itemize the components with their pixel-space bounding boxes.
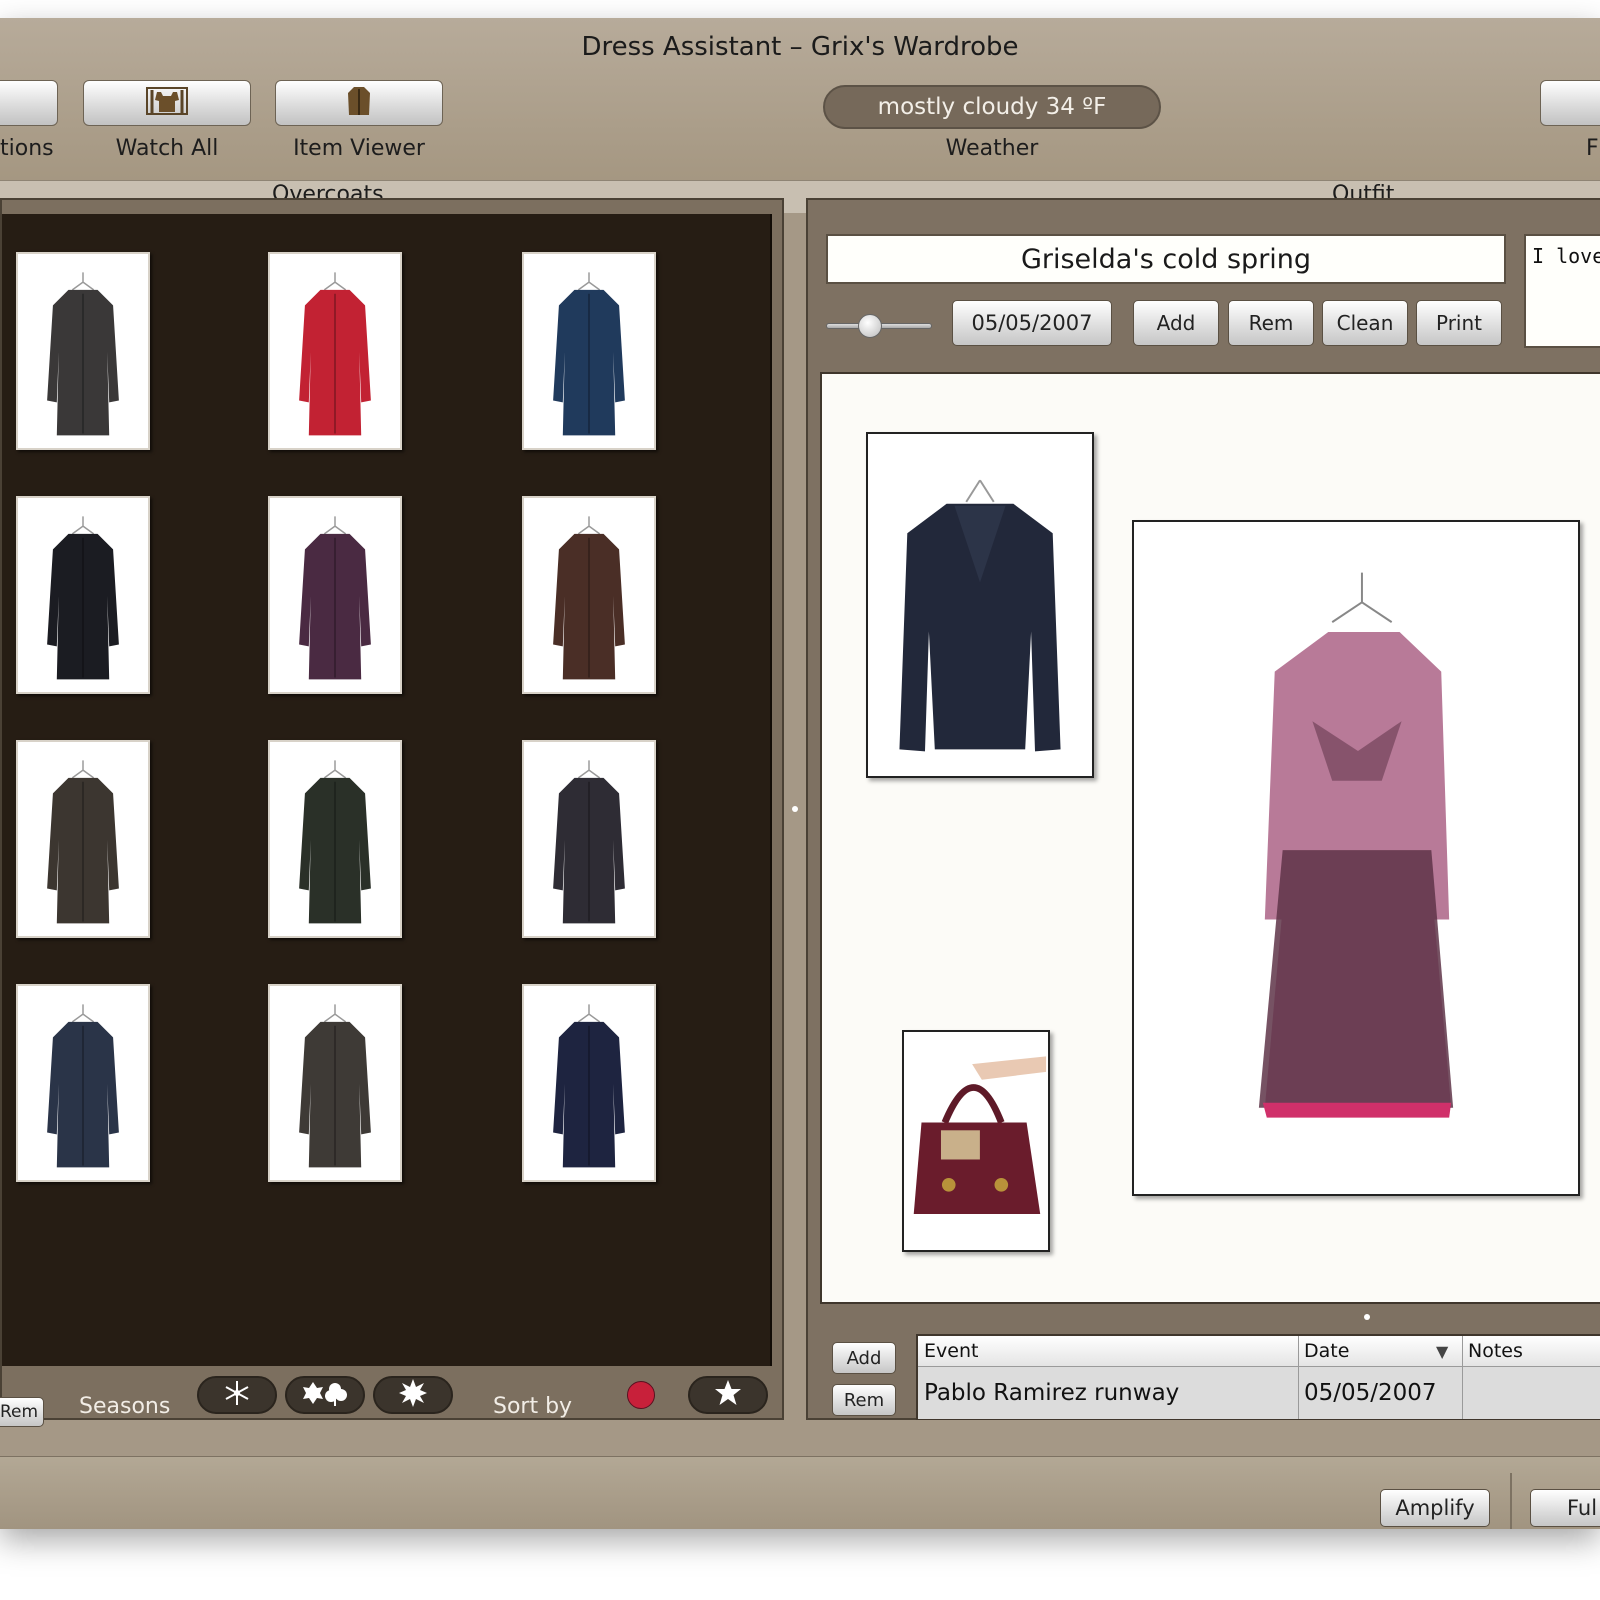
sort-by-label: Sort by xyxy=(493,1394,573,1419)
rem-item-button[interactable]: Rem xyxy=(0,1397,44,1427)
handbag-image xyxy=(913,1056,1047,1214)
green-hooded-coat-image xyxy=(299,760,371,924)
outfit-rem-label: Rem xyxy=(1248,311,1294,335)
event-rem-button[interactable]: Rem xyxy=(832,1384,896,1416)
slider-knob[interactable] xyxy=(858,314,882,338)
black-long-coat-image xyxy=(47,516,119,680)
spring-autumn-season-button[interactable] xyxy=(285,1376,365,1414)
overcoat-thumbnail[interactable] xyxy=(16,496,150,694)
canvas-resize-handle[interactable] xyxy=(1364,1314,1370,1320)
overcoat-thumbnail[interactable] xyxy=(522,740,656,938)
event-notes-cell xyxy=(1462,1367,1600,1419)
outfit-notes-text: I love xyxy=(1532,244,1600,268)
outfit-add-button[interactable]: Add xyxy=(1133,300,1219,346)
overcoat-thumbnail[interactable] xyxy=(268,740,402,938)
events-table-header: Event Date ▼ Notes xyxy=(918,1336,1600,1367)
wardrobe-icon xyxy=(145,86,189,120)
overcoat-thumbnail[interactable] xyxy=(16,740,150,938)
event-add-button[interactable]: Add xyxy=(832,1342,896,1374)
outfit-canvas[interactable] xyxy=(820,372,1600,1304)
dark-grey-coat-image xyxy=(47,272,119,436)
dress-image xyxy=(1258,572,1454,1118)
event-date-cell: 05/05/2007 xyxy=(1304,1380,1437,1406)
overcoat-thumbnail[interactable] xyxy=(522,496,656,694)
leaves-icon xyxy=(301,1378,349,1412)
outfit-date-field[interactable]: 05/05/2007 xyxy=(952,300,1112,346)
brown-belted-coat-image xyxy=(553,516,625,680)
star-icon xyxy=(713,1378,743,1412)
item-viewer-label: Item Viewer xyxy=(293,136,425,161)
watch-all-button[interactable] xyxy=(83,80,251,126)
snowflake-icon xyxy=(222,1378,252,1412)
right-toolbar-label: F xyxy=(1586,136,1599,161)
event-rem-label: Rem xyxy=(843,1389,885,1411)
panel-divider-handle[interactable] xyxy=(792,806,798,812)
column-header-notes[interactable]: Notes xyxy=(1462,1336,1600,1366)
winter-season-button[interactable] xyxy=(197,1376,277,1414)
summer-season-button[interactable] xyxy=(373,1376,453,1414)
coat-icon xyxy=(344,85,374,121)
bottom-divider xyxy=(1510,1473,1512,1529)
weather-display[interactable]: mostly cloudy 34 ºF xyxy=(823,85,1161,129)
events-table: Event Date ▼ Notes Pablo Ramirez runway … xyxy=(916,1334,1600,1420)
outfit-clean-label: Clean xyxy=(1336,311,1394,335)
rem-item-label: Rem xyxy=(0,1402,39,1422)
outfit-notes-field[interactable]: I love xyxy=(1524,234,1600,348)
amplify-button[interactable]: Amplify xyxy=(1380,1489,1490,1527)
overcoats-grid xyxy=(2,214,772,1366)
charcoal-hooded-coat-image xyxy=(553,760,625,924)
column-header-event[interactable]: Event xyxy=(918,1336,1298,1366)
outfit-print-label: Print xyxy=(1435,311,1482,335)
blue-long-coat-image xyxy=(553,272,625,436)
sun-icon xyxy=(397,1377,429,1413)
overcoat-thumbnail[interactable] xyxy=(16,984,150,1182)
cardigan-image xyxy=(899,479,1061,752)
purple-coat-image xyxy=(299,516,371,680)
overcoat-thumbnail[interactable] xyxy=(268,496,402,694)
navy-peacoat-image xyxy=(553,1004,625,1168)
window-title: Dress Assistant – Grix's Wardrobe xyxy=(581,32,1019,62)
options-label: tions xyxy=(0,136,54,161)
red-jacket-skirt-image xyxy=(299,272,371,436)
sort-rating-button[interactable] xyxy=(688,1376,768,1414)
overcoat-thumbnail[interactable] xyxy=(522,252,656,450)
denim-long-coat-image xyxy=(47,1004,119,1168)
weather-label: Weather xyxy=(945,136,1039,161)
bottom-bar: Amplify Ful xyxy=(0,1456,1600,1529)
outfit-item-dress[interactable] xyxy=(1132,520,1580,1196)
overcoat-thumbnail[interactable] xyxy=(268,984,402,1182)
amplify-label: Amplify xyxy=(1395,1496,1475,1520)
outfit-rem-button[interactable]: Rem xyxy=(1228,300,1314,346)
grey-wool-coat-image xyxy=(299,1004,371,1168)
item-viewer-button[interactable] xyxy=(275,80,443,126)
right-toolbar-button[interactable] xyxy=(1540,80,1600,126)
outfit-name-field[interactable]: Griselda's cold spring xyxy=(826,234,1506,284)
brown-trench-coat-image xyxy=(47,760,119,924)
overcoat-thumbnail[interactable] xyxy=(16,252,150,450)
outfit-clean-button[interactable]: Clean xyxy=(1322,300,1408,346)
full-screen-label: Ful xyxy=(1567,1496,1598,1520)
seasons-label: Seasons xyxy=(79,1394,171,1419)
toolbar: Dress Assistant – Grix's Wardrobe tions … xyxy=(0,18,1600,196)
outfit-item-cardigan[interactable] xyxy=(866,432,1094,778)
outfit-print-button[interactable]: Print xyxy=(1416,300,1502,346)
event-name-cell: Pablo Ramirez runway xyxy=(924,1380,1180,1406)
outfit-add-label: Add xyxy=(1156,311,1196,335)
sort-desc-icon: ▼ xyxy=(1436,1342,1449,1361)
outfit-date-text: 05/05/2007 xyxy=(971,311,1093,335)
overcoat-thumbnail[interactable] xyxy=(268,252,402,450)
overcoat-thumbnail[interactable] xyxy=(522,984,656,1182)
options-button[interactable] xyxy=(0,80,58,126)
watch-all-label: Watch All xyxy=(115,136,219,161)
outfit-item-handbag[interactable] xyxy=(902,1030,1050,1252)
zoom-slider[interactable] xyxy=(826,314,932,338)
full-screen-button[interactable]: Ful xyxy=(1530,1489,1600,1527)
overcoats-panel xyxy=(0,198,784,1420)
outfit-name-text: Griselda's cold spring xyxy=(1020,243,1312,275)
event-add-label: Add xyxy=(846,1347,882,1369)
sort-color-button[interactable] xyxy=(627,1381,655,1409)
weather-value: mostly cloudy 34 ºF xyxy=(877,94,1107,120)
table-row[interactable]: Pablo Ramirez runway 05/05/2007 xyxy=(918,1367,1600,1419)
